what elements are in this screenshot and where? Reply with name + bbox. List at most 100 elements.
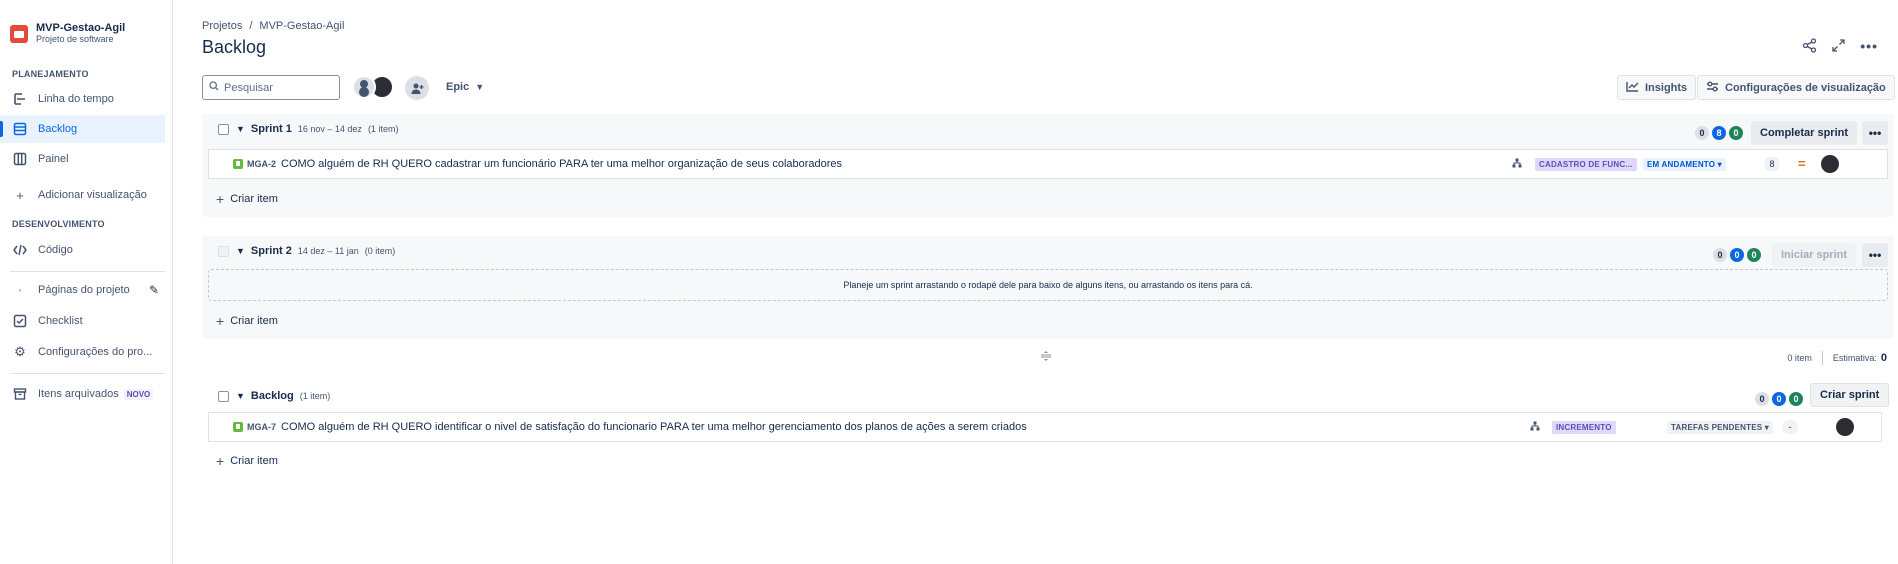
sidebar-item-project-pages[interactable]: ▫ Páginas do projeto ✎ — [0, 276, 165, 304]
project-logo-icon — [10, 24, 28, 43]
backlog-name: Backlog — [250, 390, 294, 402]
status-label: TAREFAS PENDENTES — [1671, 422, 1763, 432]
insights-label: Insights — [1645, 81, 1688, 94]
plus-icon: + — [216, 191, 225, 207]
sprint-1-panel: ▼ Sprint 1 16 nov – 14 dez (1 item) 0 8 … — [202, 114, 1894, 217]
child-issues-icon — [1530, 421, 1540, 434]
plus-icon: + — [216, 453, 225, 469]
sidebar-item-settings[interactable]: ⚙ Configurações do pro... — [0, 338, 165, 366]
project-type: Projeto de software — [36, 34, 114, 44]
pages-icon: ▫ — [18, 285, 22, 295]
status-counts: 0 8 0 — [1695, 126, 1743, 140]
estimate-value: 0 — [1880, 352, 1887, 364]
issue-key[interactable]: MGA-7 — [247, 422, 276, 432]
drag-handle-icon[interactable] — [1040, 350, 1052, 364]
story-points[interactable]: - — [1782, 420, 1798, 434]
todo-count: 0 — [1713, 248, 1727, 262]
search-input[interactable]: Pesquisar — [202, 75, 340, 100]
view-settings-button[interactable]: Configurações de visualização — [1697, 75, 1895, 100]
sprint-header[interactable]: ▼ Sprint 2 14 dez – 11 jan (0 item) — [218, 245, 401, 257]
status-label: EM ANDAMENTO — [1647, 159, 1716, 169]
plus-icon: + — [16, 187, 24, 203]
backlog-header[interactable]: ▼ Backlog (1 item) — [218, 390, 336, 402]
start-sprint-button[interactable]: Iniciar sprint — [1772, 243, 1857, 267]
todo-count: 0 — [1755, 392, 1769, 406]
assignee-avatar[interactable] — [1836, 418, 1854, 436]
sidebar-divider — [10, 271, 165, 272]
sprint-dates: 16 nov – 14 dez — [297, 124, 362, 134]
archive-icon — [12, 386, 28, 402]
planning-section-header: PLANEJAMENTO — [12, 69, 89, 79]
sidebar-item-archived[interactable]: Itens arquivados NOVO — [0, 380, 165, 408]
board-icon — [12, 151, 28, 167]
sprint-header[interactable]: ▼ Sprint 1 16 nov – 14 dez (1 item) — [218, 123, 404, 135]
sidebar-item-label: Itens arquivados — [38, 388, 119, 400]
gear-icon: ⚙ — [14, 344, 26, 359]
sidebar-item-label: Backlog — [38, 123, 78, 135]
story-points[interactable]: 8 — [1764, 157, 1780, 171]
create-issue-button[interactable]: + Criar item — [216, 313, 278, 329]
priority-medium-icon: = — [1798, 156, 1806, 171]
sprint-more-button[interactable]: ••• — [1862, 243, 1888, 267]
chevron-down-icon[interactable]: ▼ — [236, 391, 245, 401]
create-sprint-button[interactable]: Criar sprint — [1810, 383, 1890, 407]
create-issue-button[interactable]: + Criar item — [216, 453, 278, 469]
sidebar-item-label: Adicionar visualização — [38, 189, 147, 201]
status-dropdown[interactable]: TAREFAS PENDENTES ▾ — [1667, 420, 1773, 434]
sprint-checkbox[interactable] — [218, 123, 229, 135]
in-progress-count: 0 — [1730, 248, 1744, 262]
insights-button[interactable]: Insights — [1617, 75, 1697, 100]
issue-summary[interactable]: COMO alguém de RH QUERO identificar o ni… — [281, 421, 1027, 433]
done-count: 0 — [1789, 392, 1803, 406]
assignee-avatar[interactable] — [1821, 155, 1839, 173]
pencil-icon[interactable]: ✎ — [149, 283, 159, 297]
create-issue-label: Criar item — [230, 315, 278, 327]
breadcrumb-projects[interactable]: Projetos — [202, 20, 242, 32]
in-progress-count: 0 — [1772, 392, 1786, 406]
backlog-checkbox[interactable] — [218, 390, 229, 402]
more-icon[interactable]: ••• — [1860, 38, 1878, 56]
backlog-item-count: 0 item — [1787, 353, 1812, 363]
sidebar-item-board[interactable]: Painel — [0, 145, 165, 173]
sprint-more-button[interactable]: ••• — [1862, 121, 1888, 145]
epic-filter-dropdown[interactable]: Epic ▼ — [446, 81, 484, 93]
add-people-icon[interactable] — [405, 76, 429, 100]
complete-sprint-button[interactable]: Completar sprint — [1751, 121, 1858, 145]
status-counts: 0 0 0 — [1755, 392, 1803, 406]
issue-key[interactable]: MGA-2 — [247, 159, 276, 169]
sidebar-item-label: Checklist — [38, 315, 83, 327]
sprint-2-panel: ▼ Sprint 2 14 dez – 11 jan (0 item) 0 0 … — [202, 236, 1894, 339]
issue-row[interactable]: MGA-2 COMO alguém de RH QUERO cadastrar … — [208, 149, 1888, 179]
sidebar-item-timeline[interactable]: Linha do tempo — [0, 85, 165, 113]
sprint-name: Sprint 2 — [250, 245, 292, 257]
search-placeholder: Pesquisar — [224, 81, 273, 94]
empty-sprint-dropzone[interactable]: Planeje um sprint arrastando o rodapé de… — [208, 269, 1888, 301]
sprint-issue-count: (0 item) — [364, 246, 396, 256]
sidebar-item-checklist[interactable]: Checklist — [0, 307, 165, 335]
summary-divider — [1821, 351, 1823, 365]
project-name: MVP-Gestao-Agil — [36, 22, 126, 34]
issue-summary[interactable]: COMO alguém de RH QUERO cadastrar um fun… — [281, 158, 842, 170]
share-icon[interactable] — [1802, 38, 1817, 56]
sidebar-item-backlog[interactable]: Backlog — [0, 115, 165, 143]
sidebar-item-code[interactable]: Código — [0, 236, 165, 264]
epic-lozenge[interactable]: CADASTRO DE FUNC... — [1535, 157, 1637, 171]
timeline-icon — [12, 91, 28, 107]
story-icon — [233, 159, 243, 169]
sprint-checkbox — [218, 245, 229, 257]
avatar[interactable] — [352, 75, 376, 99]
sidebar-item-label: Configurações do pro... — [38, 346, 153, 358]
plus-icon: + — [216, 313, 225, 329]
expand-icon[interactable] — [1831, 38, 1846, 56]
epic-lozenge[interactable]: INCREMENTO — [1552, 420, 1616, 434]
create-issue-button[interactable]: + Criar item — [216, 191, 278, 207]
chevron-down-icon[interactable]: ▼ — [236, 124, 245, 134]
assignee-filter[interactable] — [352, 75, 394, 99]
breadcrumb-project[interactable]: MVP-Gestao-Agil — [259, 20, 344, 32]
sidebar-item-add-view[interactable]: + Adicionar visualização — [0, 181, 165, 209]
chevron-down-icon[interactable]: ▼ — [236, 246, 245, 256]
project-header[interactable]: MVP-Gestao-Agil Projeto de software — [10, 22, 125, 45]
status-dropdown[interactable]: EM ANDAMENTO ▾ — [1643, 157, 1726, 171]
issue-row[interactable]: MGA-7 COMO alguém de RH QUERO identifica… — [208, 412, 1882, 442]
backlog-issue-count: (1 item) — [299, 391, 331, 401]
